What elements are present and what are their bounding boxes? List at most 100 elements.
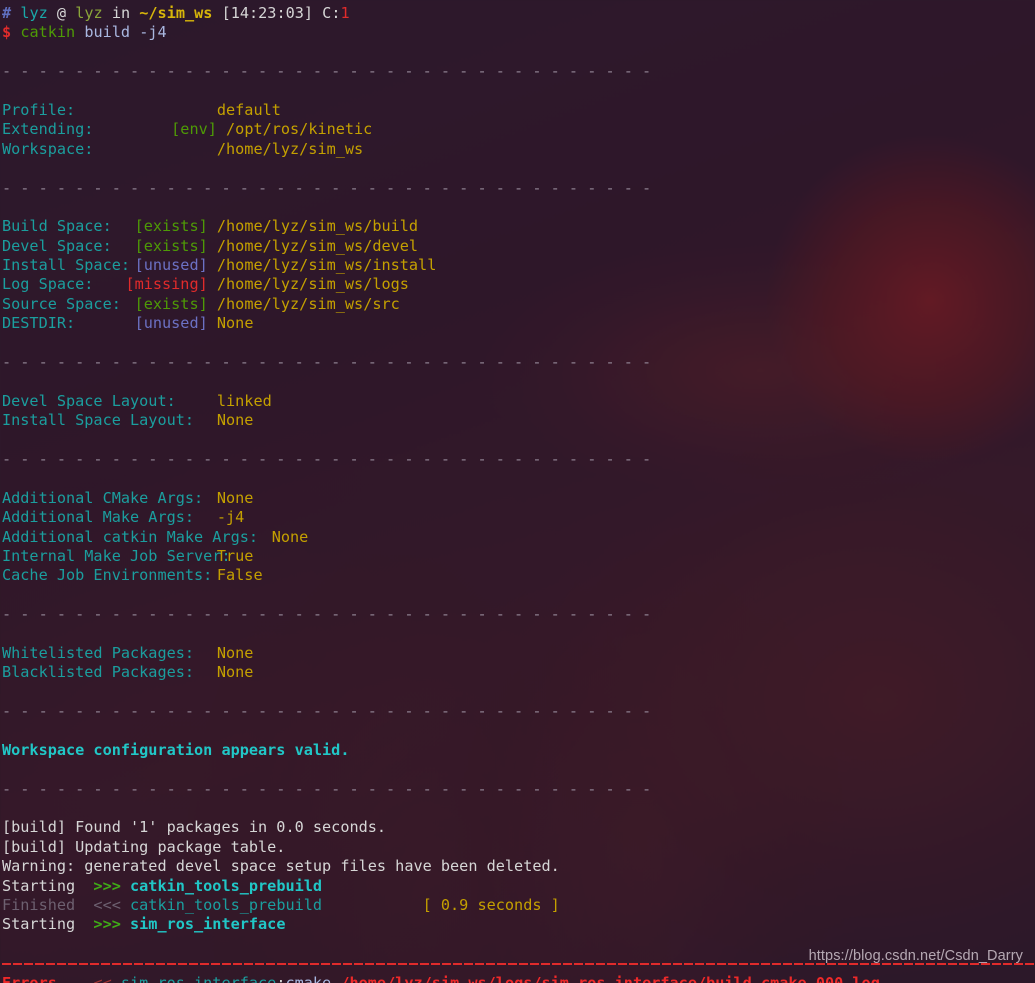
config-key: Extending: — [2, 120, 94, 139]
prompt-hash: # — [2, 4, 12, 22]
config-section-2: Build Space: [exists] /home/lyz/sim_ws/bu… — [2, 217, 1035, 333]
config-row: Log Space: [missing] /home/lyz/sim_ws/log… — [2, 275, 1035, 294]
config-value: /home/lyz/sim_ws/logs — [216, 275, 409, 294]
log-updating-table-text: [build] Updating package table. — [2, 837, 286, 856]
config-value: None — [216, 411, 254, 430]
config-flag: [unused] — [134, 314, 208, 333]
config-key: Workspace: — [2, 139, 94, 158]
config-key: Additional CMake Args: — [2, 488, 204, 507]
prompt-status-code: 1 — [340, 4, 350, 22]
separator-2: - - - - - - - - - - - - - - - - - - - - … — [2, 178, 652, 197]
log-updating-table: [build] Updating package table. — [2, 838, 1035, 857]
log-starting-interface: Starting >>> sim_ros_interface — [2, 915, 1035, 934]
config-key: Additional Make Args: — [2, 508, 195, 527]
config-row: Blacklisted Packages: None — [2, 663, 1035, 682]
finished-label: Finished — [2, 895, 76, 914]
config-flag: [exists] — [134, 217, 208, 236]
config-row: Additional CMake Args: None — [2, 489, 1035, 508]
config-flag: [env] — [171, 120, 217, 139]
separator-6: - - - - - - - - - - - - - - - - - - - - … — [2, 702, 652, 721]
log-found-packages-text: [build] Found '1' packages in 0.0 second… — [2, 818, 387, 837]
config-flag: [unused] — [134, 256, 208, 275]
errors-log-path[interactable]: /home/lyz/sim_ws/logs/sim_ros_interface/… — [340, 974, 879, 983]
package-name: catkin_tools_prebuild — [130, 876, 323, 895]
separator-1: - - - - - - - - - - - - - - - - - - - - … — [2, 62, 652, 81]
config-value: None — [216, 663, 254, 682]
errors-label: Errors — [2, 973, 57, 983]
config-value: /home/lyz/sim_ws — [216, 139, 364, 158]
terminal-window[interactable]: # lyz @ lyz in ~/sim_ws [14:23:03] C:1 $… — [0, 0, 1035, 983]
config-row: Devel Space Layout: linked — [2, 392, 1035, 411]
command-line[interactable]: $ catkin build -j4 — [2, 23, 1035, 42]
config-row: Profile: default — [2, 101, 1035, 120]
terminal-screen[interactable]: # lyz @ lyz in ~/sim_ws [14:23:03] C:1 $… — [0, 0, 1035, 983]
prompt-at: @ — [56, 4, 67, 22]
config-key: Whitelisted Packages: — [2, 643, 195, 662]
command-subcommand: build — [84, 23, 131, 42]
log-warning-devel: Warning: generated devel space setup fil… — [2, 857, 1035, 876]
config-row: Additional Make Args: -j4 — [2, 508, 1035, 527]
config-flag: [missing] — [125, 275, 208, 294]
config-key: Blacklisted Packages: — [2, 663, 195, 682]
config-row: Additional catkin Make Args: None — [2, 528, 1035, 547]
errors-arrow-icon: << — [93, 973, 112, 983]
config-section-5: Whitelisted Packages: None Blacklisted Pa… — [2, 644, 1035, 683]
log-warning-devel-text: Warning: generated devel space setup fil… — [2, 857, 560, 876]
config-value: False — [216, 566, 263, 585]
config-flag: [exists] — [134, 236, 208, 255]
separator-4: - - - - - - - - - - - - - - - - - - - - … — [2, 449, 652, 468]
config-value: /home/lyz/sim_ws/src — [216, 294, 400, 313]
config-key: Install Space: — [2, 256, 131, 275]
prompt-user: lyz — [20, 4, 48, 22]
config-value: /home/lyz/sim_ws/install — [216, 256, 437, 275]
config-value: linked — [216, 391, 272, 410]
config-row: Install Space Layout: None — [2, 411, 1035, 430]
config-key: Devel Space Layout: — [2, 391, 176, 410]
errors-stage: cmake — [285, 973, 332, 983]
separator-7: - - - - - - - - - - - - - - - - - - - - … — [2, 779, 652, 798]
config-value: default — [216, 100, 281, 119]
config-row: Source Space: [exists] /home/lyz/sim_ws/s… — [2, 295, 1035, 314]
config-key: Log Space: — [2, 275, 94, 294]
config-flag: [exists] — [134, 294, 208, 313]
config-value: /opt/ros/kinetic — [226, 120, 373, 139]
config-row: Cache Job Environments: False — [2, 566, 1035, 585]
prompt-in: in — [111, 4, 131, 22]
config-key: Install Space Layout: — [2, 411, 195, 430]
config-row: Internal Make Job Server:True — [2, 547, 1035, 566]
package-name: sim_ros_interface — [130, 915, 286, 934]
starting-arrow-icon: >>> — [93, 876, 121, 895]
config-row: Whitelisted Packages: None — [2, 644, 1035, 663]
config-value: -j4 — [216, 508, 245, 527]
config-row: Extending: [env] /opt/ros/kinetic — [2, 120, 1035, 139]
prompt-time: [14:23:03] — [221, 4, 314, 22]
duration-badge: [ 0.9 seconds ] — [422, 895, 560, 914]
starting-arrow-icon: >>> — [93, 915, 121, 934]
config-key: DESTDIR: — [2, 314, 76, 333]
config-section-1: Profile: default Extending: [env] /opt/ros… — [2, 101, 1035, 159]
config-row: Build Space: [exists] /home/lyz/sim_ws/bu… — [2, 217, 1035, 236]
command-name: catkin — [20, 23, 76, 42]
config-row: DESTDIR: [unused] None — [2, 314, 1035, 333]
workspace-valid-message: Workspace configuration appears valid. — [2, 741, 1035, 760]
config-value: /home/lyz/sim_ws/devel — [216, 236, 419, 255]
config-key: Build Space: — [2, 217, 112, 236]
config-key: Additional catkin Make Args: — [2, 527, 259, 546]
config-key: Devel Space: — [2, 236, 112, 255]
prompt-line: # lyz @ lyz in ~/sim_ws [14:23:03] C:1 — [2, 4, 1035, 23]
workspace-valid-text: Workspace configuration appears valid. — [2, 740, 350, 759]
config-value: None — [216, 314, 254, 333]
prompt-host: lyz — [75, 4, 103, 22]
package-name: catkin_tools_prebuild — [130, 895, 323, 914]
config-row: Install Space: [unused] /home/lyz/sim_ws/… — [2, 256, 1035, 275]
prompt-dollar: $ — [2, 23, 12, 42]
